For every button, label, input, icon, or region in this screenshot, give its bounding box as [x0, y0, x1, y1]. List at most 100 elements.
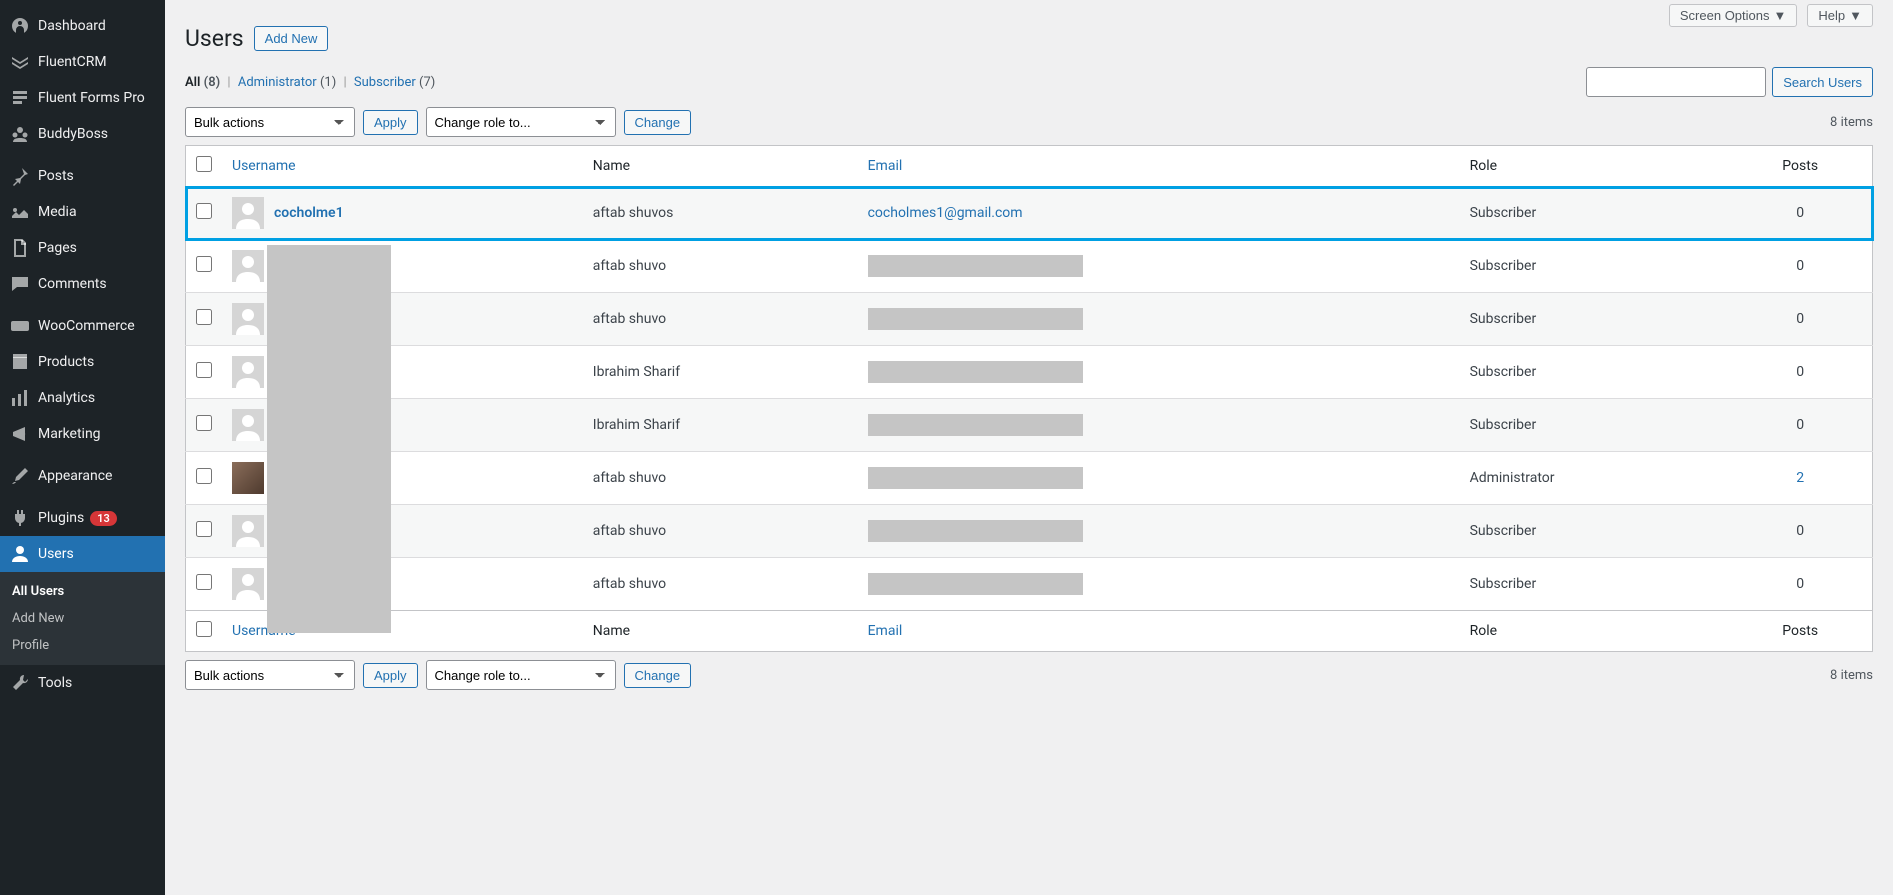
sidebar-item-label: Analytics	[38, 390, 95, 406]
filter-subscriber[interactable]: Subscriber (7)	[354, 75, 435, 90]
table-row: Ibrahim SharifSubscriber0	[186, 399, 1873, 452]
sidebar-item-label: Marketing	[38, 426, 101, 442]
user-icon	[10, 544, 30, 564]
filter-administrator[interactable]: Administrator (1)	[238, 75, 336, 90]
user-name: aftab shuvo	[583, 558, 858, 611]
user-role: Subscriber	[1460, 240, 1729, 293]
user-name: aftab shuvo	[583, 505, 858, 558]
sidebar-item-buddyboss[interactable]: BuddyBoss	[0, 116, 165, 152]
change-role-select-bottom[interactable]: Change role to...	[426, 660, 616, 690]
sidebar-item-products[interactable]: Products	[0, 344, 165, 380]
row-checkbox[interactable]	[196, 521, 212, 537]
admin-sidebar: DashboardFluentCRM Fluent Forms Pro BuddyB…	[0, 0, 165, 895]
row-checkbox[interactable]	[196, 203, 212, 219]
user-role: Subscriber	[1460, 346, 1729, 399]
user-email-link[interactable]: cocholmes1@gmail.com	[868, 205, 1023, 221]
sidebar-item-analytics[interactable]: Analytics	[0, 380, 165, 416]
redacted-email	[868, 414, 1083, 436]
user-avatar	[232, 515, 264, 547]
sidebar-item-label: Plugins	[38, 510, 84, 526]
row-checkbox[interactable]	[196, 309, 212, 325]
change-button-top[interactable]: Change	[624, 110, 692, 135]
sidebar-item-plugins[interactable]: Plugins13	[0, 500, 165, 536]
row-checkbox[interactable]	[196, 256, 212, 272]
sidebar-item-label: Comments	[38, 276, 107, 292]
woo-icon	[10, 316, 30, 336]
sidebar-item-fluentcrm[interactable]: FluentCRM	[0, 44, 165, 80]
bulk-actions-select-bottom[interactable]: Bulk actions	[185, 660, 355, 690]
bulk-actions-select[interactable]: Bulk actions	[185, 107, 355, 137]
table-row: cocholme1 aftab shuvos cocholmes1@gmail.co…	[186, 187, 1873, 240]
pages-icon	[10, 238, 30, 258]
filter-all[interactable]: All (8)	[185, 75, 220, 90]
user-name: aftab shuvos	[583, 187, 858, 240]
marketing-icon	[10, 424, 30, 444]
table-row: aftab shuvoSubscriber0	[186, 505, 1873, 558]
search-users-input[interactable]	[1586, 67, 1766, 97]
user-name: aftab shuvo	[583, 452, 858, 505]
user-role: Subscriber	[1460, 558, 1729, 611]
plugin-icon	[10, 508, 30, 528]
table-row: @gmail.comaftab shuvoSubscriber0	[186, 293, 1873, 346]
page-title: Users	[185, 25, 244, 52]
submenu-add-new[interactable]: Add New	[0, 605, 165, 632]
sidebar-item-posts[interactable]: Posts	[0, 158, 165, 194]
apply-button-bottom[interactable]: Apply	[363, 663, 418, 688]
user-role: Subscriber	[1460, 293, 1729, 346]
select-all-bottom[interactable]	[196, 621, 212, 637]
main-content: Screen Options ▼ Help ▼ Users Add New Al…	[165, 0, 1893, 895]
help-button[interactable]: Help ▼	[1807, 4, 1873, 27]
col-username[interactable]: Username	[232, 158, 296, 174]
col-name[interactable]: Name	[593, 158, 630, 174]
add-new-button[interactable]: Add New	[254, 26, 329, 51]
products-icon	[10, 352, 30, 372]
user-name: Ibrahim Sharif	[583, 399, 858, 452]
redaction-overlay	[267, 245, 391, 633]
user-avatar	[232, 356, 264, 388]
user-posts-link[interactable]: 2	[1796, 470, 1804, 486]
user-posts: 0	[1796, 523, 1804, 539]
change-role-select[interactable]: Change role to...	[426, 107, 616, 137]
sidebar-item-comments[interactable]: Comments	[0, 266, 165, 302]
search-users-button[interactable]: Search Users	[1772, 67, 1873, 97]
col-posts: Posts	[1782, 158, 1818, 174]
sidebar-item-label: Fluent Forms Pro	[38, 90, 145, 106]
submenu-profile[interactable]: Profile	[0, 632, 165, 659]
select-all-top[interactable]	[196, 156, 212, 172]
user-avatar	[232, 409, 264, 441]
submenu-all-users[interactable]: All Users	[0, 578, 165, 605]
dashboard-icon	[10, 16, 30, 36]
col-email[interactable]: Email	[868, 158, 903, 174]
items-count-bottom: 8 items	[1830, 668, 1873, 683]
sidebar-item-pages[interactable]: Pages	[0, 230, 165, 266]
sidebar-item-tools[interactable]: Tools	[0, 665, 165, 701]
change-button-bottom[interactable]: Change	[624, 663, 692, 688]
sidebar-item-marketing[interactable]: Marketing	[0, 416, 165, 452]
table-row: @gmail.comaftab shuvoSubscriber0	[186, 240, 1873, 293]
sidebar-item-appearance[interactable]: Appearance	[0, 458, 165, 494]
username-link[interactable]: cocholme1	[274, 205, 344, 221]
row-checkbox[interactable]	[196, 362, 212, 378]
apply-button-top[interactable]: Apply	[363, 110, 418, 135]
row-checkbox[interactable]	[196, 468, 212, 484]
user-name: Ibrahim Sharif	[583, 346, 858, 399]
row-checkbox[interactable]	[196, 574, 212, 590]
sidebar-item-dashboard[interactable]: Dashboard	[0, 8, 165, 44]
col-name-foot[interactable]: Name	[593, 623, 630, 639]
sidebar-item-users[interactable]: Users	[0, 536, 165, 572]
user-posts: 0	[1796, 576, 1804, 592]
sidebar-item-label: WooCommerce	[38, 318, 135, 334]
role-filter-links: All (8) | Administrator (1) | Subscriber…	[185, 75, 435, 90]
user-avatar	[232, 250, 264, 282]
col-email-foot[interactable]: Email	[868, 623, 903, 639]
sidebar-item-media[interactable]: Media	[0, 194, 165, 230]
buddyboss-icon	[10, 124, 30, 144]
sidebar-item-woocommerce[interactable]: WooCommerce	[0, 308, 165, 344]
sidebar-item-fluent-forms-pro[interactable]: Fluent Forms Pro	[0, 80, 165, 116]
user-avatar	[232, 303, 264, 335]
redacted-email	[868, 308, 1083, 330]
screen-options-button[interactable]: Screen Options ▼	[1669, 4, 1797, 27]
user-avatar	[232, 568, 264, 600]
table-row: aftab shuvoAdministrator2	[186, 452, 1873, 505]
row-checkbox[interactable]	[196, 415, 212, 431]
